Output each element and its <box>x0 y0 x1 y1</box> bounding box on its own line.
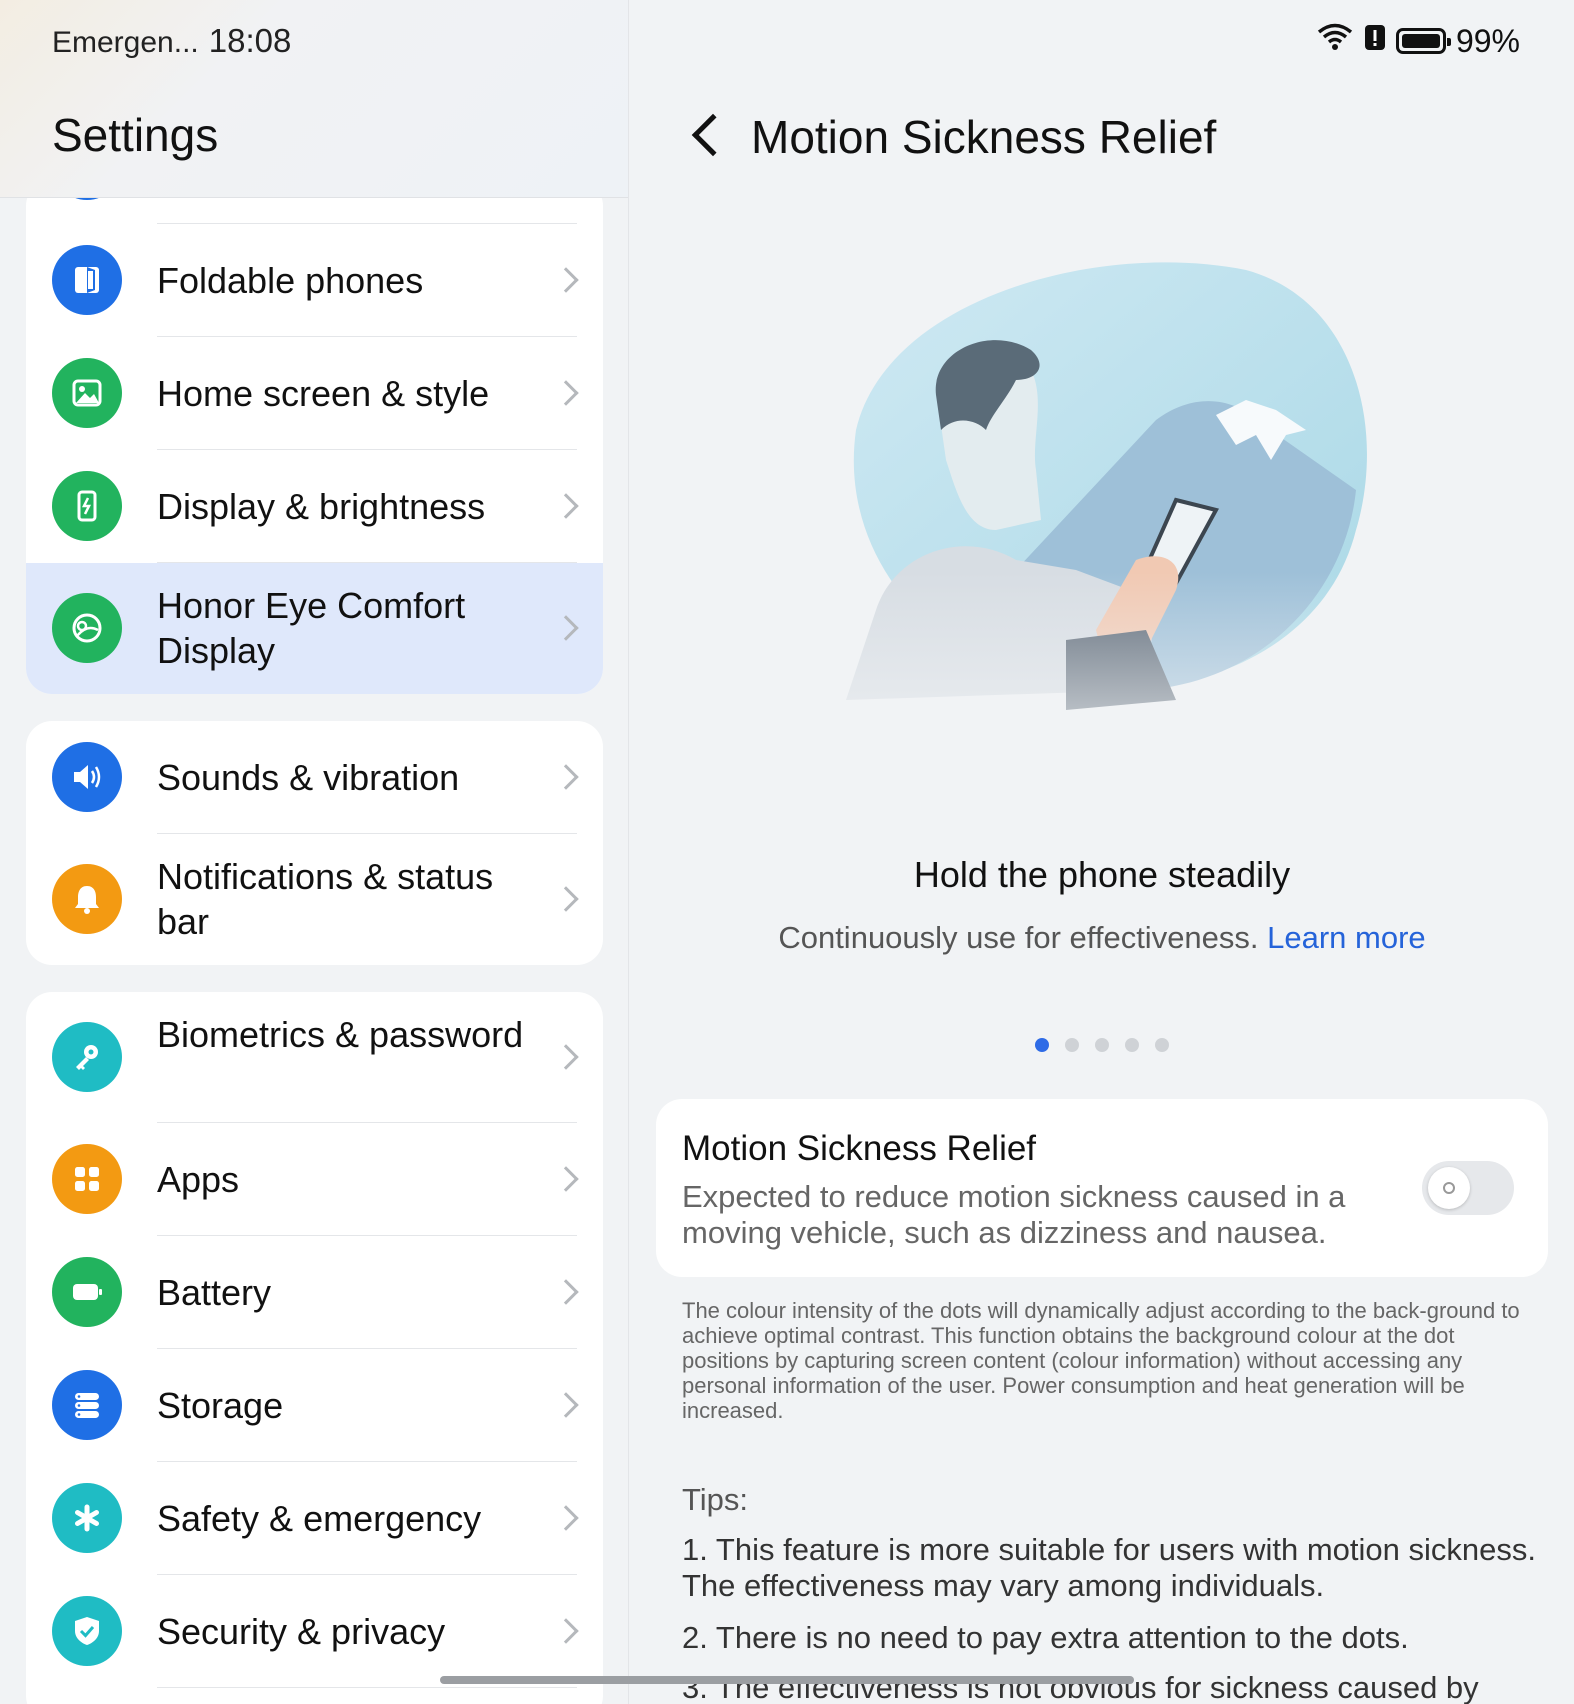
foldable-icon <box>52 245 122 315</box>
sidebar-item-label: Security & privacy <box>157 1611 446 1652</box>
sidebar-item-storage[interactable]: Storage <box>26 1349 603 1462</box>
page-dot[interactable] <box>1125 1038 1139 1052</box>
detail-pane: 99% Motion Sickness Relief Hold the phon… <box>630 0 1574 1704</box>
clock: 18:08 <box>208 22 292 59</box>
home-indicator[interactable] <box>440 1676 1134 1684</box>
sidebar-item-biometrics[interactable]: Biometrics & password <box>26 992 603 1123</box>
chevron-right-icon <box>553 1166 579 1192</box>
sidebar-item-battery[interactable]: Battery <box>26 1236 603 1349</box>
battery-percent: 99% <box>1455 22 1520 59</box>
status-bar-left: Emergen... 18:08 <box>52 22 291 60</box>
chevron-right-icon <box>553 615 579 641</box>
eye-comfort-icon <box>52 593 122 663</box>
storage-icon <box>52 1370 122 1440</box>
carousel-caption-title: Hold the phone steadily <box>913 854 1291 895</box>
tip-item: 1. This feature is more suitable for use… <box>682 1532 1536 1603</box>
learn-more-link[interactable]: Learn more <box>1267 920 1426 955</box>
motion-sickness-switch[interactable] <box>1422 1161 1514 1215</box>
carousel-page-indicator[interactable] <box>1035 1038 1169 1052</box>
caption-text: Continuously use for effectiveness. <box>778 920 1268 955</box>
motion-sickness-toggle-card: Motion Sickness Relief Expected to reduc… <box>656 1099 1548 1277</box>
tip-item: 2. There is no need to pay extra attenti… <box>682 1620 1409 1655</box>
settings-group-display: Foldable phones Home screen & style Disp… <box>26 180 603 694</box>
page-dot[interactable] <box>1095 1038 1109 1052</box>
image-icon <box>52 358 122 428</box>
chevron-right-icon <box>553 493 579 519</box>
chevron-right-icon <box>553 764 579 790</box>
shield-icon <box>52 1596 122 1666</box>
key-icon <box>52 1022 122 1092</box>
chevron-right-icon <box>553 267 579 293</box>
alert-icon <box>1364 22 1386 60</box>
page-dot[interactable] <box>1155 1038 1169 1052</box>
bell-icon <box>52 864 122 934</box>
sidebar-item-label: Display & brightness <box>157 486 486 527</box>
battery-status-icon <box>1395 28 1451 54</box>
battery-icon <box>52 1257 122 1327</box>
chevron-right-icon <box>553 1279 579 1305</box>
chevron-right-icon <box>553 886 579 912</box>
sidebar-item-label: Battery <box>157 1272 272 1313</box>
sidebar-item-label: Notifications & status bar <box>157 856 494 942</box>
apps-grid-icon <box>52 1144 122 1214</box>
sidebar-item-display-brightness[interactable]: Display & brightness <box>26 450 603 563</box>
back-arrow-icon[interactable] <box>691 113 735 157</box>
sidebar-header: Emergen... 18:08 Settings <box>0 0 628 198</box>
display-icon <box>52 471 122 541</box>
wifi-icon <box>1316 22 1354 60</box>
chevron-right-icon <box>553 1044 579 1070</box>
chevron-right-icon <box>553 1392 579 1418</box>
motion-sickness-illustration <box>816 230 1386 800</box>
carrier-text: Emergen... <box>52 26 199 59</box>
sidebar-item-label: Safety & emergency <box>157 1498 482 1539</box>
chevron-right-icon <box>553 1618 579 1644</box>
sidebar-item-eye-comfort[interactable]: Honor Eye Comfort Display <box>26 563 603 694</box>
page-title: Settings <box>52 109 219 161</box>
sidebar-item-label: Storage <box>157 1385 284 1426</box>
sidebar-item-label: Biometrics & password <box>157 1014 524 1055</box>
sidebar-item-label: Apps <box>157 1159 240 1200</box>
carousel-caption-subtitle: Continuously use for effectiveness. Lear… <box>630 920 1574 956</box>
settings-group-sound: Sounds & vibration Notifications & statu… <box>26 721 603 965</box>
sidebar-item-home-screen[interactable]: Home screen & style <box>26 337 603 450</box>
sidebar-item-label: Sounds & vibration <box>157 757 460 798</box>
tips-heading: Tips: <box>682 1482 749 1517</box>
sidebar-item-label: Honor Eye Comfort Display <box>157 585 466 671</box>
detail-title: Motion Sickness Relief <box>751 111 1217 163</box>
info-note: The colour intensity of the dots will dy… <box>682 1298 1520 1423</box>
settings-group-system: Biometrics & password Apps Battery Stora… <box>26 992 603 1704</box>
sidebar-item-safety[interactable]: Safety & emergency <box>26 1462 603 1575</box>
sidebar-item-notifications[interactable]: Notifications & status bar <box>26 834 603 965</box>
page-dot-active[interactable] <box>1035 1038 1049 1052</box>
sidebar-item-security[interactable]: Security & privacy <box>26 1575 603 1688</box>
sidebar-item-foldable-phones[interactable]: Foldable phones <box>26 224 603 337</box>
sidebar-item-apps[interactable]: Apps <box>26 1123 603 1236</box>
status-bar-right: 99% <box>1316 22 1520 60</box>
chevron-right-icon <box>553 380 579 406</box>
sidebar-item-sounds[interactable]: Sounds & vibration <box>26 721 603 834</box>
toggle-description: Expected to reduce motion sickness cause… <box>682 1179 1346 1250</box>
switch-knob <box>1428 1167 1470 1209</box>
sidebar-item-label: Home screen & style <box>157 373 490 414</box>
sidebar-item-label: Foldable phones <box>157 260 424 301</box>
speaker-icon <box>52 742 122 812</box>
page-dot[interactable] <box>1065 1038 1079 1052</box>
asterisk-icon <box>52 1483 122 1553</box>
chevron-right-icon <box>553 1505 579 1531</box>
settings-sidebar: Emergen... 18:08 Settings Foldable phone… <box>0 0 629 1704</box>
toggle-title: Motion Sickness Relief <box>682 1129 1037 1168</box>
